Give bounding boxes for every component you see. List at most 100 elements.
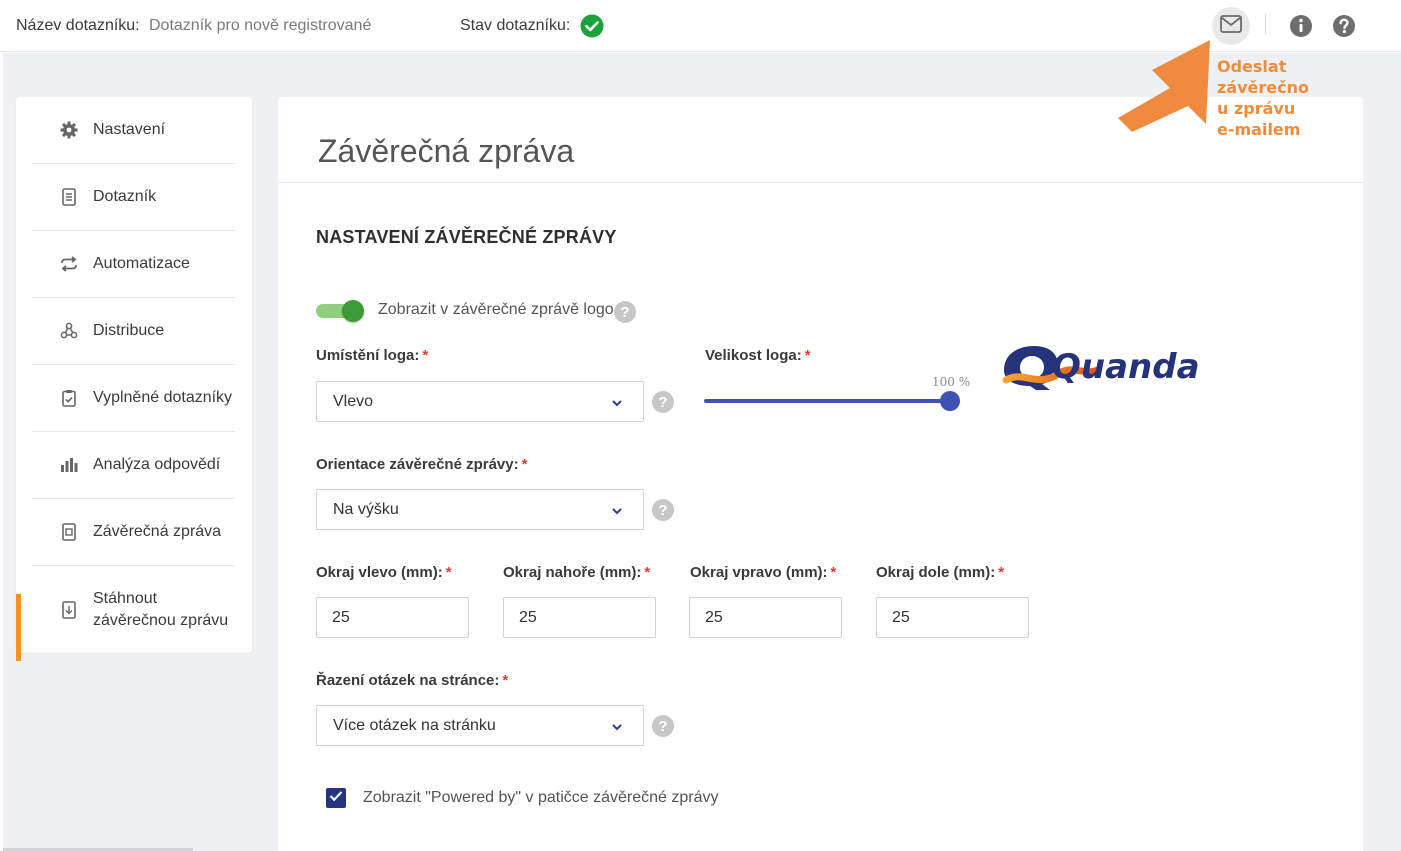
margin-bottom-label-text: Okraj dole (mm): [876,564,996,581]
margin-top-label: Okraj nahoře (mm): * [503,564,650,581]
orientation-label-text: Orientace závěrečné zprávy: [316,456,519,473]
margin-right-label: Okraj vpravo (mm): * [690,564,836,581]
annotation-line: u zprávu [1217,99,1296,118]
survey-state-label: Stav dotazníku: [460,17,571,34]
sidebar-item-label: Závěrečná zpráva [93,523,222,540]
title-divider [278,182,1363,183]
required-mark: * [804,347,811,364]
send-email-button[interactable] [1212,7,1250,45]
sidebar-item-analyza-odpovedi[interactable]: Analýza odpovědí [32,432,235,499]
repeat-icon [60,255,78,273]
check-circle-icon [580,14,604,38]
sidebar-item-stahnout-zaverecnou-zpravu[interactable]: Stáhnout závěrečnou zprávu [32,566,235,654]
sidebar-item-label: Automatizace [93,255,190,272]
annotation-arrow-icon [1114,36,1214,132]
margin-top-input[interactable]: 25 [503,597,656,638]
sidebar-item-zaverecna-zprava[interactable]: Závěrečná zpráva [32,499,235,566]
sidebar-item-label-line1: Stáhnout [93,590,158,607]
orientation-value: Na výšku [333,501,399,518]
envelope-icon [1220,14,1242,38]
help-icon[interactable] [1332,14,1356,38]
required-mark: * [445,564,452,581]
slider-rail [704,399,950,403]
required-mark: * [422,347,429,364]
margin-top-label-text: Okraj nahoře (mm): [503,564,642,581]
survey-name-label: Název dotazníku: [16,17,140,34]
question-icon[interactable]: ? [652,499,674,521]
toggle-knob [342,300,364,322]
required-mark: * [830,564,837,581]
sidebar-item-nastaveni[interactable]: Nastavení [32,97,235,164]
sidebar-item-label-line2: závěrečnou zprávu [93,612,229,629]
sidebar-item-label: Analýza odpovědí [93,456,221,473]
sidebar-item-label: Dotazník [93,188,157,205]
logo-size-label-text: Velikost loga: [705,347,802,364]
annotation-callout: Odeslat závěrečno u zprávu e-mailem [1217,56,1309,140]
sidebar-item-label: Nastavení [93,121,166,138]
margin-right-input[interactable]: 25 [689,597,842,638]
document-icon [60,188,78,206]
logo-position-label: Umístění loga: * [316,347,428,364]
powered-by-checkbox[interactable] [326,788,346,808]
chevron-down-icon [611,720,623,732]
margin-left-value: 25 [332,609,350,626]
show-logo-label: Zobrazit v závěrečné zprávě logo [378,301,614,318]
show-logo-toggle[interactable] [316,300,364,322]
slider-thumb[interactable] [940,391,960,411]
required-mark: * [502,672,509,689]
sidebar: Nastavení Dotazník Automatizace Distribu… [16,97,252,661]
checkmark-icon [329,789,343,807]
section-title: NASTAVENÍ ZÁVĚREČNÉ ZPRÁVY [316,227,617,247]
required-mark: * [521,456,528,473]
logo-position-label-text: Umístění loga: [316,347,420,364]
survey-name-value: Dotazník pro nově registrované [149,17,372,34]
question-order-label: Řazení otázek na stránce: * [316,672,508,689]
share-icon [60,322,78,340]
margin-right-label-text: Okraj vpravo (mm): [690,564,828,581]
logo-size-label: Velikost loga: * [705,347,811,364]
toolbar-divider [1265,14,1266,34]
required-mark: * [998,564,1005,581]
chevron-down-icon [611,504,623,516]
info-icon[interactable] [1289,14,1313,38]
question-icon[interactable]: ? [614,301,636,323]
question-order-value: Více otázek na stránku [333,717,496,734]
orientation-label: Orientace závěrečné zprávy: * [316,456,527,473]
margin-right-value: 25 [705,609,723,626]
company-logo: Quanda [1000,340,1204,396]
margin-bottom-label: Okraj dole (mm): * [876,564,1004,581]
powered-by-label: Zobrazit "Powered by" v patičce závěrečn… [363,789,719,806]
sidebar-item-automatizace[interactable]: Automatizace [32,231,235,298]
sidebar-item-vyplnene-dotazniky[interactable]: Vyplněné dotazníky [32,365,235,432]
logo-position-value: Vlevo [333,393,374,410]
sidebar-item-label: Stáhnout závěrečnou zprávu [93,588,228,632]
margin-top-value: 25 [519,609,537,626]
logo-wordmark: Quanda [1052,347,1200,387]
annotation-line: závěrečno [1217,78,1309,97]
logo-position-select[interactable]: Vlevo [316,381,644,422]
question-order-label-text: Řazení otázek na stránce: [316,672,500,689]
page-title: Závěrečná zpráva [318,133,575,169]
logo-size-percent: 100 % [932,375,971,389]
question-icon[interactable]: ? [652,391,674,413]
sidebar-item-dotaznik[interactable]: Dotazník [32,164,235,231]
download-report-icon [60,601,78,619]
margin-left-label-text: Okraj vlevo (mm): [316,564,443,581]
margin-bottom-input[interactable]: 25 [876,597,1029,638]
logo-size-slider[interactable] [704,390,960,412]
question-icon[interactable]: ? [652,715,674,737]
chevron-down-icon [611,396,623,408]
required-mark: * [644,564,651,581]
sidebar-item-label: Distribuce [93,322,165,339]
bar-chart-icon [60,456,78,474]
margin-left-input[interactable]: 25 [316,597,469,638]
sidebar-item-distribuce[interactable]: Distribuce [32,298,235,365]
margin-bottom-value: 25 [892,609,910,626]
gear-icon [60,121,78,139]
annotation-line: Odeslat [1217,57,1287,76]
report-icon [60,523,78,541]
annotation-line: e-mailem [1217,120,1301,139]
orientation-select[interactable]: Na výšku [316,489,644,530]
sidebar-item-label: Vyplněné dotazníky [93,389,233,406]
question-order-select[interactable]: Více otázek na stránku [316,705,644,746]
